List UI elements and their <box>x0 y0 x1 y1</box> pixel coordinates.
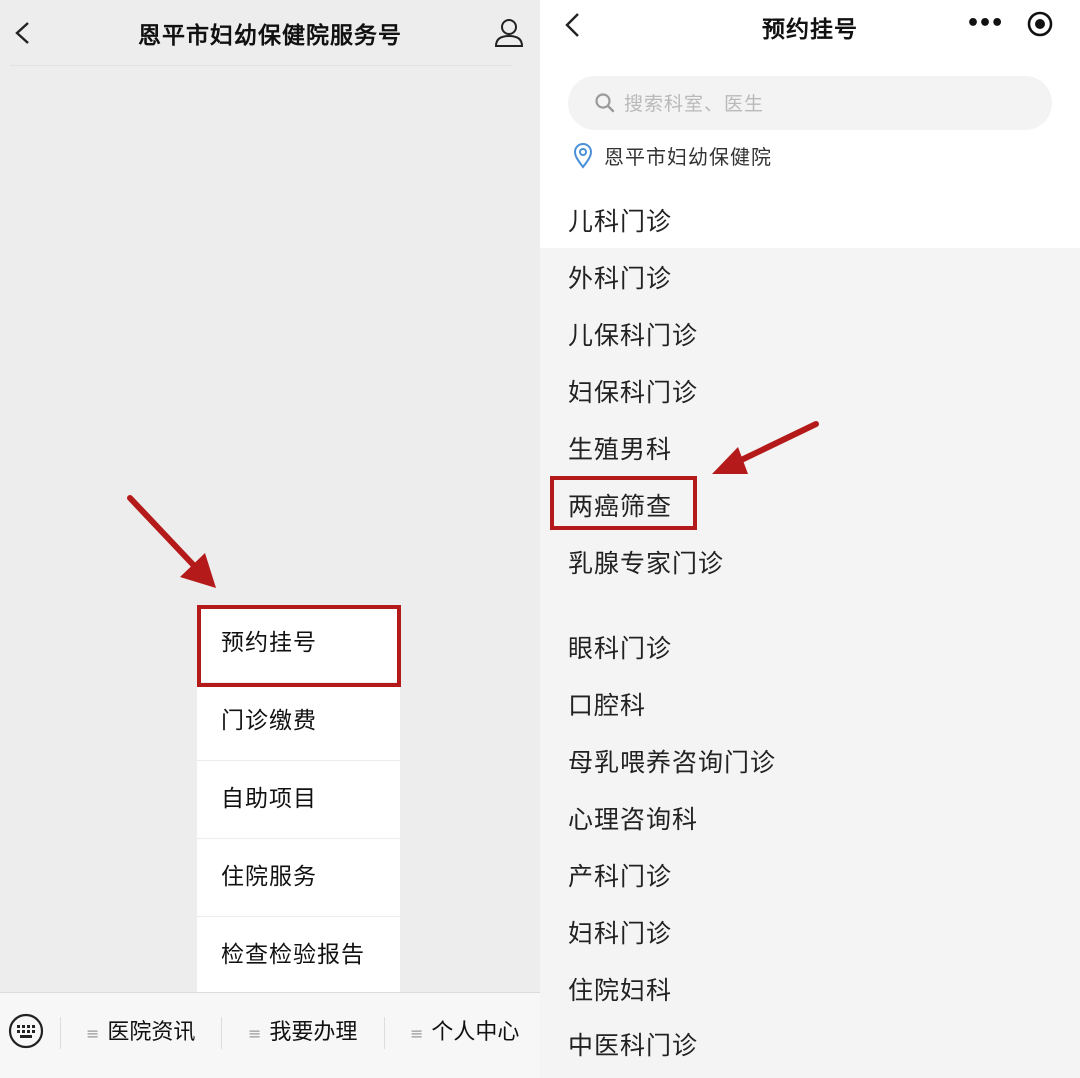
department-label: 两癌筛查 <box>568 492 673 521</box>
keyboard-icon[interactable] <box>8 1013 44 1049</box>
department-item[interactable]: 生殖男科 <box>540 420 1080 477</box>
department-item[interactable]: 儿保科门诊 <box>540 306 1080 363</box>
location-pin-icon <box>573 143 593 169</box>
department-label: 妇科门诊 <box>568 919 673 948</box>
tab-divider <box>221 1017 222 1049</box>
tab-personal-center[interactable]: ≡ 个人中心 <box>410 1015 519 1051</box>
tab-divider <box>60 1017 61 1049</box>
tab-divider <box>384 1017 385 1049</box>
department-label: 外科门诊 <box>568 264 673 293</box>
service-menu: 预约挂号 门诊缴费 自助项目 住院服务 检查检验报告 <box>197 605 400 994</box>
department-label: 妇保科门诊 <box>568 378 699 407</box>
department-item[interactable]: 住院妇科 <box>540 961 1080 1018</box>
department-item[interactable]: 儿科门诊 <box>540 192 1080 249</box>
menu-lines-icon: ≡ <box>86 1024 100 1043</box>
menu-lines-icon: ≡ <box>410 1024 424 1043</box>
left-panel: 恩平市妇幼保健院服务号 预约挂号 门诊缴费 自助项目 住院服务 检查检验报告 ≡… <box>0 0 540 1078</box>
department-item[interactable]: 母乳喂养咨询门诊 <box>540 733 1080 790</box>
person-icon[interactable] <box>492 16 526 50</box>
department-label: 儿保科门诊 <box>568 321 699 350</box>
tab-label: 我要办理 <box>269 1020 358 1045</box>
department-item[interactable]: 妇保科门诊 <box>540 363 1080 420</box>
tab-label: 个人中心 <box>431 1020 520 1045</box>
menu-item-report[interactable]: 检查检验报告 <box>197 917 400 994</box>
more-icon[interactable]: ••• <box>966 12 1004 36</box>
tab-hospital-news[interactable]: ≡ 医院资讯 <box>86 1015 195 1051</box>
department-item[interactable]: 心理咨询科 <box>540 790 1080 847</box>
department-label: 母乳喂养咨询门诊 <box>568 748 777 777</box>
bottom-menu-bar: ≡ 医院资讯 ≡ 我要办理 ≡ 个人中心 <box>0 992 540 1078</box>
menu-item-payment[interactable]: 门诊缴费 <box>197 683 400 761</box>
department-label: 心理咨询科 <box>568 805 699 834</box>
location-label: 恩平市妇幼保健院 <box>604 145 772 169</box>
search-placeholder: 搜索科室、医生 <box>624 93 765 115</box>
menu-item-self-service[interactable]: 自助项目 <box>197 761 400 839</box>
department-label: 眼科门诊 <box>568 634 673 663</box>
department-item[interactable]: 乳腺专家门诊 <box>540 534 1080 591</box>
department-item[interactable]: 外科门诊 <box>540 249 1080 306</box>
department-item[interactable]: 口腔科 <box>540 676 1080 733</box>
close-miniprogram-icon[interactable] <box>1026 10 1054 38</box>
department-label: 口腔科 <box>568 691 647 720</box>
search-bar[interactable]: 搜索科室、医生 <box>568 76 1052 130</box>
department-label: 乳腺专家门诊 <box>568 549 725 578</box>
department-item[interactable]: 产科门诊 <box>540 847 1080 904</box>
department-item[interactable]: 眼科门诊 <box>540 619 1080 676</box>
department-label: 儿科门诊 <box>568 207 673 236</box>
department-item[interactable]: 中医科门诊 <box>540 1016 1080 1073</box>
department-label: 产科门诊 <box>568 862 673 891</box>
tab-services[interactable]: ≡ 我要办理 <box>248 1015 357 1051</box>
right-panel: 预约挂号 ••• 搜索科室、医生 恩平市妇幼保健院 儿科门诊 外科门诊 儿保科门… <box>540 0 1080 1078</box>
search-icon <box>595 93 615 113</box>
department-item[interactable]: 妇科门诊 <box>540 904 1080 961</box>
menu-lines-icon: ≡ <box>248 1024 262 1043</box>
menu-item-appointment[interactable]: 预约挂号 <box>197 605 400 683</box>
page-title: 恩平市妇幼保健院服务号 <box>138 23 402 49</box>
left-header: 恩平市妇幼保健院服务号 <box>0 0 540 66</box>
department-label: 住院妇科 <box>568 976 673 1005</box>
department-item-cancer-screening[interactable]: 两癌筛查 <box>540 477 1080 534</box>
menu-item-inpatient[interactable]: 住院服务 <box>197 839 400 917</box>
header-divider <box>10 65 512 66</box>
department-label: 中医科门诊 <box>568 1031 699 1060</box>
tab-label: 医院资讯 <box>107 1020 196 1045</box>
department-label: 生殖男科 <box>568 435 673 464</box>
